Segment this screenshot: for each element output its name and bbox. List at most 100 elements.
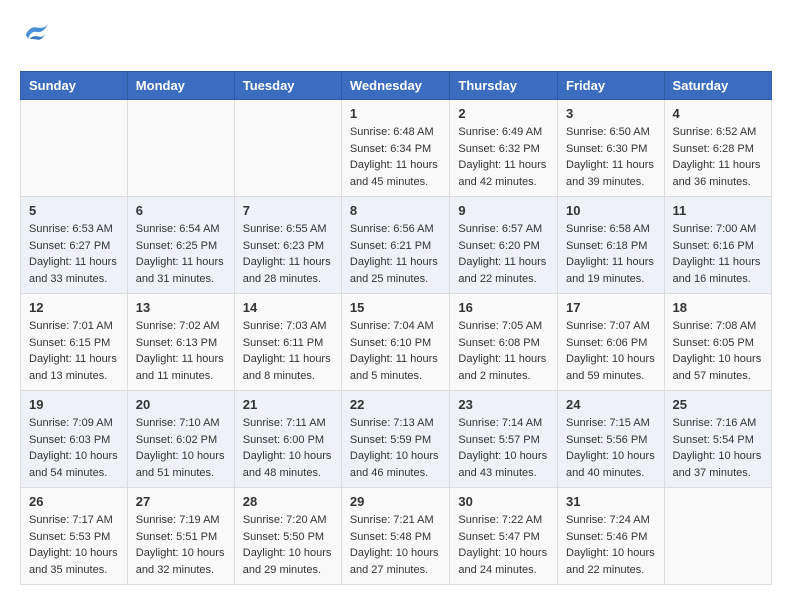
day-info: Sunrise: 7:24 AMSunset: 5:46 PMDaylight:…	[566, 512, 656, 578]
day-number: 8	[350, 203, 442, 218]
day-info: Sunrise: 6:57 AMSunset: 6:20 PMDaylight:…	[458, 221, 549, 287]
weekday-header-friday: Friday	[558, 72, 665, 100]
calendar-cell: 24Sunrise: 7:15 AMSunset: 5:56 PMDayligh…	[558, 391, 665, 488]
calendar-cell: 4 Sunrise: 6:52 AMSunset: 6:28 PMDaylight…	[664, 100, 771, 197]
calendar-cell: 29 Sunrise: 7:21 AMSunset: 5:48 PMDayligh…	[341, 488, 450, 585]
calendar-week-row: 1 Sunrise: 6:48 AMSunset: 6:34 PMDaylight…	[21, 100, 772, 197]
day-info: Sunrise: 7:14 AMSunset: 5:57 PMDaylight:…	[458, 415, 549, 481]
calendar-cell: 16Sunrise: 7:05 AMSunset: 6:08 PMDayligh…	[450, 294, 558, 391]
calendar-cell: 20 Sunrise: 7:10 AMSunset: 6:02 PMDayligh…	[127, 391, 234, 488]
day-info: Sunrise: 7:20 AMSunset: 5:50 PMDaylight:…	[243, 512, 333, 578]
day-info: Sunrise: 6:52 AMSunset: 6:28 PMDaylight:…	[673, 124, 763, 190]
calendar-cell: 17 Sunrise: 7:07 AMSunset: 6:06 PMDayligh…	[558, 294, 665, 391]
day-number: 6	[136, 203, 226, 218]
day-number: 19	[29, 397, 119, 412]
calendar-cell: 3 Sunrise: 6:50 AMSunset: 6:30 PMDaylight…	[558, 100, 665, 197]
day-info: Sunrise: 6:48 AMSunset: 6:34 PMDaylight:…	[350, 124, 442, 190]
day-info: Sunrise: 6:53 AMSunset: 6:27 PMDaylight:…	[29, 221, 119, 287]
calendar-cell: 23 Sunrise: 7:14 AMSunset: 5:57 PMDayligh…	[450, 391, 558, 488]
calendar-cell	[234, 100, 341, 197]
calendar-table: SundayMondayTuesdayWednesdayThursdayFrid…	[20, 71, 772, 585]
day-number: 3	[566, 106, 656, 121]
day-number: 30	[458, 494, 549, 509]
day-info: Sunrise: 7:01 AMSunset: 6:15 PMDaylight:…	[29, 318, 119, 384]
calendar-cell: 6 Sunrise: 6:54 AMSunset: 6:25 PMDaylight…	[127, 197, 234, 294]
calendar-cell: 1 Sunrise: 6:48 AMSunset: 6:34 PMDaylight…	[341, 100, 450, 197]
calendar-cell: 15Sunrise: 7:04 AMSunset: 6:10 PMDayligh…	[341, 294, 450, 391]
day-info: Sunrise: 7:00 AMSunset: 6:16 PMDaylight:…	[673, 221, 763, 287]
calendar-cell: 8 Sunrise: 6:56 AMSunset: 6:21 PMDaylight…	[341, 197, 450, 294]
day-number: 14	[243, 300, 333, 315]
calendar-cell: 5 Sunrise: 6:53 AMSunset: 6:27 PMDaylight…	[21, 197, 128, 294]
day-info: Sunrise: 7:21 AMSunset: 5:48 PMDaylight:…	[350, 512, 442, 578]
day-info: Sunrise: 7:05 AMSunset: 6:08 PMDaylight:…	[458, 318, 549, 384]
day-number: 7	[243, 203, 333, 218]
day-number: 1	[350, 106, 442, 121]
weekday-header-wednesday: Wednesday	[341, 72, 450, 100]
day-info: Sunrise: 6:56 AMSunset: 6:21 PMDaylight:…	[350, 221, 442, 287]
day-number: 17	[566, 300, 656, 315]
day-info: Sunrise: 7:10 AMSunset: 6:02 PMDaylight:…	[136, 415, 226, 481]
calendar-cell: 31 Sunrise: 7:24 AMSunset: 5:46 PMDayligh…	[558, 488, 665, 585]
calendar-week-row: 19 Sunrise: 7:09 AMSunset: 6:03 PMDayligh…	[21, 391, 772, 488]
logo	[20, 20, 56, 55]
calendar-cell: 30 Sunrise: 7:22 AMSunset: 5:47 PMDayligh…	[450, 488, 558, 585]
calendar-week-row: 12 Sunrise: 7:01 AMSunset: 6:15 PMDayligh…	[21, 294, 772, 391]
weekday-header-thursday: Thursday	[450, 72, 558, 100]
calendar-cell: 18Sunrise: 7:08 AMSunset: 6:05 PMDayligh…	[664, 294, 771, 391]
day-info: Sunrise: 7:22 AMSunset: 5:47 PMDaylight:…	[458, 512, 549, 578]
day-number: 23	[458, 397, 549, 412]
day-info: Sunrise: 7:16 AMSunset: 5:54 PMDaylight:…	[673, 415, 763, 481]
calendar-cell: 27 Sunrise: 7:19 AMSunset: 5:51 PMDayligh…	[127, 488, 234, 585]
page-header	[20, 20, 772, 55]
day-number: 27	[136, 494, 226, 509]
day-number: 22	[350, 397, 442, 412]
day-number: 26	[29, 494, 119, 509]
day-number: 29	[350, 494, 442, 509]
day-number: 31	[566, 494, 656, 509]
calendar-week-row: 26 Sunrise: 7:17 AMSunset: 5:53 PMDayligh…	[21, 488, 772, 585]
day-info: Sunrise: 7:11 AMSunset: 6:00 PMDaylight:…	[243, 415, 333, 481]
weekday-header-monday: Monday	[127, 72, 234, 100]
calendar-cell: 19 Sunrise: 7:09 AMSunset: 6:03 PMDayligh…	[21, 391, 128, 488]
day-number: 9	[458, 203, 549, 218]
day-number: 20	[136, 397, 226, 412]
day-info: Sunrise: 7:13 AMSunset: 5:59 PMDaylight:…	[350, 415, 442, 481]
day-info: Sunrise: 7:04 AMSunset: 6:10 PMDaylight:…	[350, 318, 442, 384]
day-number: 10	[566, 203, 656, 218]
calendar-cell	[127, 100, 234, 197]
day-number: 11	[673, 203, 763, 218]
day-number: 2	[458, 106, 549, 121]
day-number: 5	[29, 203, 119, 218]
day-info: Sunrise: 7:19 AMSunset: 5:51 PMDaylight:…	[136, 512, 226, 578]
day-info: Sunrise: 7:02 AMSunset: 6:13 PMDaylight:…	[136, 318, 226, 384]
day-info: Sunrise: 6:54 AMSunset: 6:25 PMDaylight:…	[136, 221, 226, 287]
weekday-header-saturday: Saturday	[664, 72, 771, 100]
day-number: 13	[136, 300, 226, 315]
calendar-cell	[664, 488, 771, 585]
day-number: 28	[243, 494, 333, 509]
day-number: 12	[29, 300, 119, 315]
day-number: 21	[243, 397, 333, 412]
calendar-cell: 11 Sunrise: 7:00 AMSunset: 6:16 PMDayligh…	[664, 197, 771, 294]
calendar-cell: 25 Sunrise: 7:16 AMSunset: 5:54 PMDayligh…	[664, 391, 771, 488]
day-info: Sunrise: 7:03 AMSunset: 6:11 PMDaylight:…	[243, 318, 333, 384]
day-number: 4	[673, 106, 763, 121]
calendar-cell	[21, 100, 128, 197]
day-number: 25	[673, 397, 763, 412]
day-number: 18	[673, 300, 763, 315]
weekday-header-tuesday: Tuesday	[234, 72, 341, 100]
day-info: Sunrise: 7:17 AMSunset: 5:53 PMDaylight:…	[29, 512, 119, 578]
day-info: Sunrise: 6:49 AMSunset: 6:32 PMDaylight:…	[458, 124, 549, 190]
calendar-cell: 14 Sunrise: 7:03 AMSunset: 6:11 PMDayligh…	[234, 294, 341, 391]
calendar-cell: 10 Sunrise: 6:58 AMSunset: 6:18 PMDayligh…	[558, 197, 665, 294]
calendar-cell: 13 Sunrise: 7:02 AMSunset: 6:13 PMDayligh…	[127, 294, 234, 391]
calendar-cell: 26 Sunrise: 7:17 AMSunset: 5:53 PMDayligh…	[21, 488, 128, 585]
calendar-header-row: SundayMondayTuesdayWednesdayThursdayFrid…	[21, 72, 772, 100]
logo-icon	[22, 20, 52, 50]
day-info: Sunrise: 6:50 AMSunset: 6:30 PMDaylight:…	[566, 124, 656, 190]
day-info: Sunrise: 6:58 AMSunset: 6:18 PMDaylight:…	[566, 221, 656, 287]
day-info: Sunrise: 7:07 AMSunset: 6:06 PMDaylight:…	[566, 318, 656, 384]
calendar-cell: 2 Sunrise: 6:49 AMSunset: 6:32 PMDaylight…	[450, 100, 558, 197]
day-info: Sunrise: 7:09 AMSunset: 6:03 PMDaylight:…	[29, 415, 119, 481]
